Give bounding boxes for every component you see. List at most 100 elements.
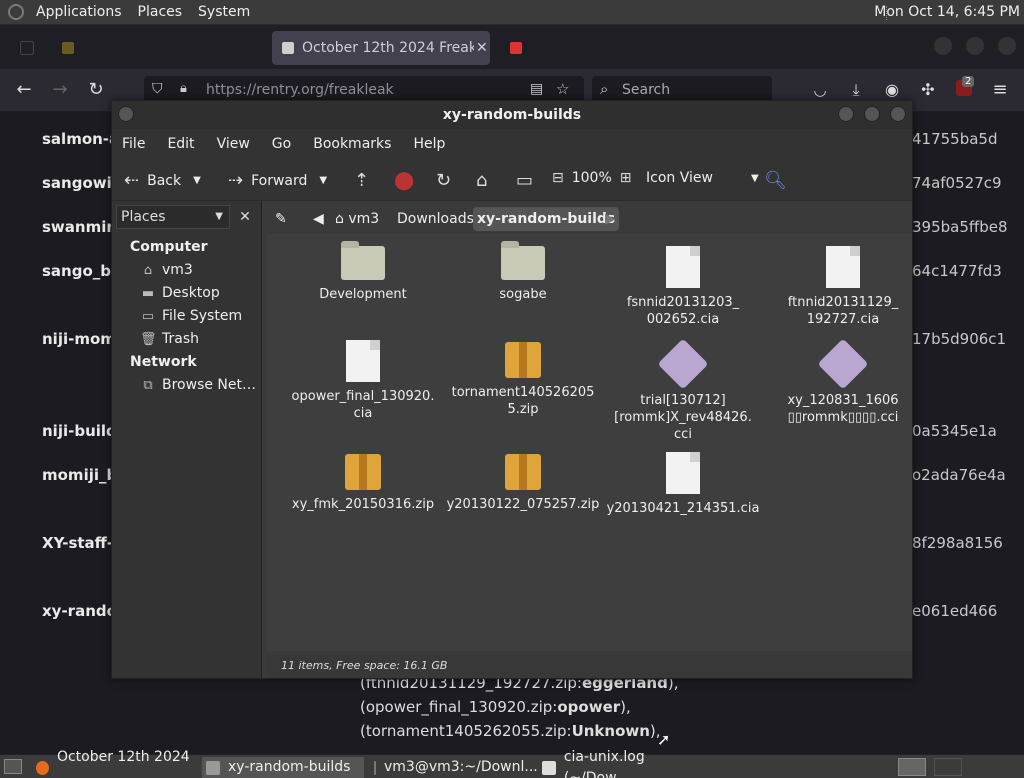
applications-menu[interactable]: Applications — [28, 4, 130, 20]
menu-help[interactable]: Help — [413, 136, 445, 152]
breadcrumb-scroll-left-icon[interactable]: ◀ — [309, 207, 328, 231]
file-item[interactable]: y20130421_214351.cia — [603, 452, 763, 517]
task-text-editor[interactable]: cia-unix.log (~/Dow... — [542, 749, 712, 778]
task-terminal[interactable]: vm3@vm3:~/Downl... — [374, 757, 538, 778]
window-titlebar[interactable]: xy-random-builds — [112, 101, 912, 129]
zoom-in-icon[interactable]: ⊞ — [620, 170, 632, 186]
file-item[interactable]: ftnnid20131129_ 192727.cia — [763, 246, 923, 328]
sidebar-item-vm3[interactable]: ⌂ vm3 — [140, 262, 193, 278]
task-firefox[interactable]: October 12th 2024 ... — [36, 749, 196, 778]
web-row-label[interactable]: XY-staff- — [42, 534, 113, 552]
forward-arrow-icon[interactable]: → — [50, 80, 70, 100]
places-menu[interactable]: Places — [130, 4, 191, 20]
zip-archive-icon — [505, 342, 541, 378]
search-input[interactable]: Search — [622, 82, 670, 98]
pocket-icon[interactable]: ◡ — [810, 80, 830, 100]
breadcrumb-item-current[interactable]: xy-random-builds — [473, 207, 620, 231]
file-label: y20130421_214351.cia — [606, 501, 760, 516]
show-desktop-icon[interactable] — [4, 759, 22, 774]
browser-tab-active[interactable]: October 12th 2024 Freakleak ✕ — [272, 31, 490, 65]
downloads-icon[interactable]: ⤓ — [846, 80, 866, 100]
forward-button[interactable]: ⇢ Forward ▼ — [228, 170, 327, 191]
edit-location-icon[interactable]: ✎ — [271, 207, 291, 231]
file-item[interactable]: xy_fmk_20150316.zip — [283, 454, 443, 513]
menu-view[interactable]: View — [217, 136, 250, 152]
computer-button[interactable]: ▭ — [516, 170, 541, 191]
sidebar-item-trash[interactable]: 🗑︎ Trash — [140, 331, 199, 347]
sidebar-item-browse-network[interactable]: ⧉ Browse Net… — [140, 377, 256, 393]
clock[interactable]: Mon Oct 14, 6:45 PM — [874, 4, 1020, 20]
applications-logo-icon[interactable] — [8, 4, 24, 20]
web-row-label[interactable]: niji-mom — [42, 330, 116, 348]
file-icon-view[interactable]: Development sogabe fsnnid20131203_ 00265… — [267, 234, 912, 749]
forward-history-dropdown-icon[interactable]: ▼ — [319, 175, 327, 186]
view-mode-select[interactable]: Icon View ▼ — [646, 170, 759, 186]
browser-tab[interactable] — [500, 31, 600, 65]
web-row-label[interactable]: momiji_b — [42, 466, 117, 484]
zip-archive-icon — [345, 454, 381, 490]
web-row-hash: 41755ba5d — [912, 130, 998, 148]
browser-tab[interactable] — [10, 31, 260, 65]
cci-file-icon — [817, 338, 869, 390]
reload-icon[interactable]: ↻ — [86, 80, 106, 100]
menu-edit[interactable]: Edit — [167, 136, 194, 152]
maximize-icon[interactable] — [864, 106, 880, 122]
file-item[interactable]: tornament140526205 5.zip — [443, 342, 603, 418]
close-tab-icon[interactable]: ✕ — [476, 40, 488, 56]
hamburger-menu-icon[interactable]: ≡ — [990, 80, 1010, 100]
search-button[interactable]: 🔍︎ — [764, 170, 795, 191]
zoom-out-icon[interactable]: ⊟ — [552, 170, 564, 186]
menu-bookmarks[interactable]: Bookmarks — [313, 136, 391, 152]
close-icon[interactable] — [890, 106, 906, 122]
web-row-label[interactable]: salmon-a — [42, 130, 119, 148]
window-minimize-icon[interactable] — [934, 37, 952, 55]
workspace-switcher[interactable] — [898, 758, 926, 776]
sidebar-heading-computer: Computer — [130, 239, 208, 255]
file-item[interactable]: fsnnid20131203_ 002652.cia — [603, 246, 763, 328]
menu-file[interactable]: File — [122, 136, 145, 152]
task-file-manager[interactable]: xy-random-builds — [202, 757, 364, 778]
minimize-icon[interactable] — [838, 106, 854, 122]
file-item[interactable]: xy_120831_1606 ▯▯rommk▯▯▯▯.cci — [763, 338, 923, 426]
menu-go[interactable]: Go — [272, 136, 291, 152]
file-item[interactable]: Development — [283, 241, 443, 303]
breadcrumb-item-vm3[interactable]: ⌂ vm3 — [331, 207, 383, 231]
file-item[interactable]: opower_final_130920. cia — [283, 340, 443, 422]
web-row-label[interactable]: swanmirr — [42, 218, 121, 236]
bookmark-star-icon[interactable]: ☆ — [556, 80, 569, 98]
reload-button[interactable]: ↻ — [436, 170, 459, 191]
menubar: File Edit View Go Bookmarks Help — [112, 129, 912, 159]
up-button[interactable]: ⇡ — [354, 170, 377, 191]
window-maximize-icon[interactable] — [966, 37, 984, 55]
back-arrow-icon[interactable]: ← — [14, 80, 34, 100]
breadcrumb-scroll-right-icon[interactable]: ▶ — [601, 207, 620, 231]
file-item[interactable]: y20130122_075257.zip — [443, 454, 603, 513]
stop-button[interactable]: ⬤ — [394, 170, 422, 191]
firefox-view-icon[interactable] — [20, 41, 34, 55]
system-menu[interactable]: System — [190, 4, 258, 20]
breadcrumb-item-downloads[interactable]: Downloads — [393, 207, 478, 231]
reader-mode-icon[interactable]: ▤ — [530, 81, 543, 97]
window-menu-icon[interactable] — [118, 106, 134, 122]
web-row-label[interactable]: sango_bu — [42, 262, 122, 280]
back-button[interactable]: ⇠ Back ▼ — [124, 170, 201, 191]
web-row-label[interactable]: sangowik — [42, 174, 122, 192]
drive-icon: ▭ — [141, 309, 155, 324]
account-icon[interactable]: ◉ — [882, 80, 902, 100]
zip-archive-icon — [505, 454, 541, 490]
back-history-dropdown-icon[interactable]: ▼ — [193, 175, 201, 186]
close-sidebar-icon[interactable]: ✕ — [234, 205, 256, 229]
window-close-icon[interactable] — [998, 37, 1016, 55]
url-text[interactable]: https://rentry.org/freakleak — [206, 82, 394, 98]
shield-icon[interactable]: ⛉ — [152, 81, 163, 97]
sidebar-item-filesystem[interactable]: ▭ File System — [140, 308, 242, 324]
home-button[interactable]: ⌂ — [476, 170, 495, 191]
file-label: fsnnid20131203_ 002652.cia — [626, 295, 740, 327]
sidebar-selector[interactable]: Places ▼ — [116, 205, 230, 229]
file-item[interactable]: sogabe — [443, 241, 603, 303]
workspace-2[interactable] — [934, 758, 962, 776]
file-item[interactable]: trial[130712] [rommk]X_rev48426. cci — [603, 338, 763, 443]
extensions-icon[interactable]: ✣ — [918, 80, 938, 100]
sidebar-item-desktop[interactable]: ▬ Desktop — [140, 285, 220, 301]
lock-icon[interactable]: 🔒︎ — [180, 81, 187, 96]
